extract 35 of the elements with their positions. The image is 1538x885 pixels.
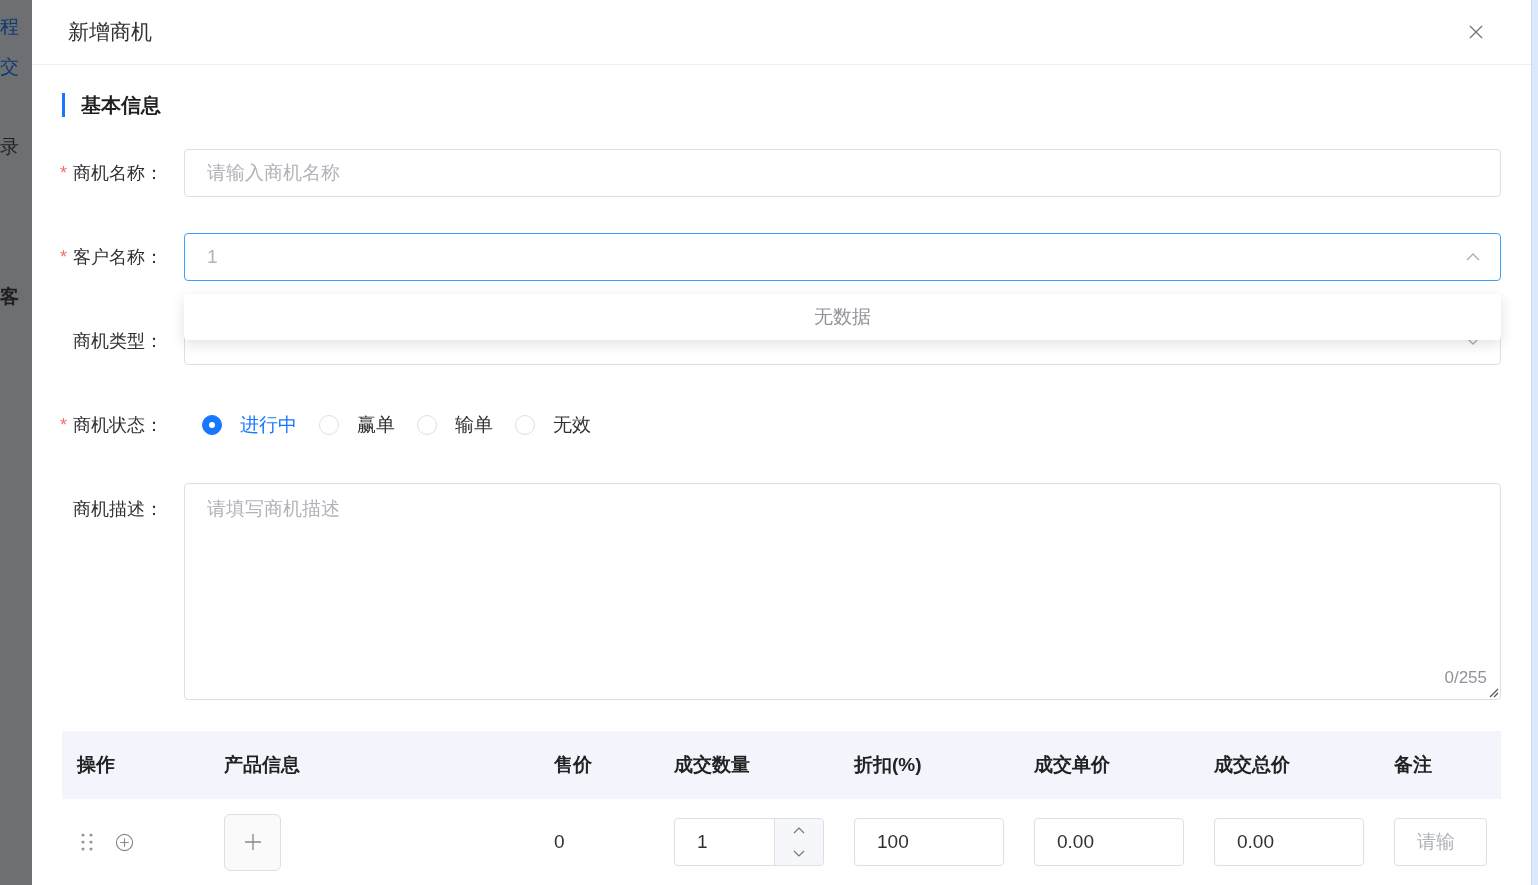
field-label: 商机描述： — [73, 498, 163, 521]
required-mark: * — [60, 246, 67, 268]
column-header: 操作 — [75, 753, 116, 777]
table-cell: 0 — [554, 831, 565, 853]
field-label: 商机状态： — [73, 414, 163, 437]
radio-option[interactable]: 无效 — [515, 412, 591, 438]
required-mark: * — [60, 162, 67, 184]
radio-option[interactable]: 输单 — [417, 412, 493, 438]
background-text: 客 — [0, 285, 20, 309]
empty-text: 无数据 — [814, 305, 871, 329]
field-label: 商机类型： — [73, 330, 163, 353]
note-field[interactable]: 请输 — [1394, 818, 1487, 866]
column-header: 成交数量 — [673, 753, 751, 777]
radio-option[interactable]: 进行中 — [202, 412, 297, 438]
background-text: 交 — [0, 55, 20, 79]
dialog-title: 新增商机 — [68, 19, 152, 45]
background-text: 录 — [0, 135, 20, 159]
radio-option[interactable]: 赢单 — [319, 412, 395, 438]
char-counter: 0/255 — [1444, 668, 1487, 688]
column-header: 产品信息 — [223, 753, 301, 777]
unit-price-field[interactable]: 0.00 — [1034, 818, 1184, 866]
text-field[interactable]: 请输入商机名称 — [184, 149, 1501, 197]
field-label: 商机名称： — [73, 162, 163, 185]
column-header: 成交总价 — [1213, 753, 1291, 777]
number-stepper[interactable]: 1 — [674, 818, 824, 866]
section-title: 基本信息 — [62, 93, 1501, 117]
column-header: 备注 — [1393, 753, 1433, 777]
discount-field[interactable]: 100 — [854, 818, 1004, 866]
column-header: 售价 — [553, 753, 593, 777]
column-header: 成交单价 — [1033, 753, 1111, 777]
background-text: 程 — [0, 15, 20, 39]
required-mark: * — [60, 414, 67, 436]
total-price-field[interactable]: 0.00 — [1214, 818, 1364, 866]
column-header: 折扣(%) — [852, 753, 923, 777]
field-label: 客户名称： — [73, 246, 163, 269]
